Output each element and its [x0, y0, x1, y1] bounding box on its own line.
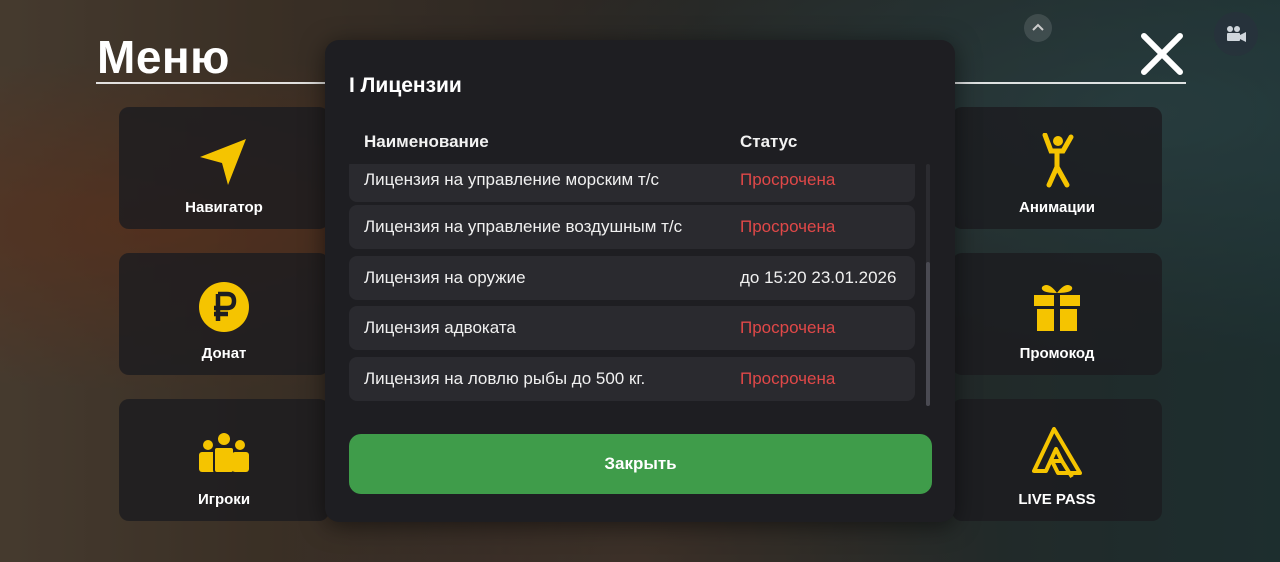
license-status: Просрочена — [740, 318, 836, 337]
tile-promocode[interactable]: Промокод — [952, 253, 1162, 375]
scrollbar[interactable] — [926, 164, 930, 406]
table-row: Лицензия на ловлю рыбы до 500 кг. Просро… — [349, 357, 915, 401]
license-name: Лицензия на оружие — [364, 268, 526, 287]
tile-label: Навигатор — [185, 199, 263, 216]
live-pass-logo-icon — [1032, 425, 1082, 481]
table-row: Лицензия на управление воздушным т/с Про… — [349, 205, 915, 249]
table-row: Лицензия на оружие до 15:20 23.01.2026 — [349, 256, 915, 300]
tile-live-pass[interactable]: LIVE PASS — [952, 399, 1162, 521]
license-name: Лицензия на управление морским т/с — [364, 170, 659, 189]
column-header-name: Наименование — [364, 132, 489, 151]
tile-label: Игроки — [197, 491, 251, 508]
tile-donate[interactable]: Донат — [119, 253, 329, 375]
licenses-list[interactable]: Лицензия на управление морским т/с Проср… — [349, 164, 915, 404]
column-header-status: Статус — [740, 132, 798, 151]
chevron-up-icon[interactable] — [1024, 14, 1052, 42]
license-name: Лицензия адвоката — [364, 318, 516, 337]
license-name: Лицензия на управление воздушным т/с — [364, 217, 683, 236]
close-icon[interactable] — [1138, 30, 1186, 78]
navigator-arrow-icon — [198, 133, 250, 189]
license-status: Просрочена — [740, 217, 836, 236]
tile-animations[interactable]: Анимации — [952, 107, 1162, 229]
licenses-modal: I Лицензии Наименование Статус Лицензия … — [325, 40, 955, 522]
modal-title: I Лицензии — [349, 74, 462, 97]
ruble-coin-icon — [198, 279, 250, 335]
scrollbar-thumb[interactable] — [926, 262, 930, 406]
table-row: Лицензия адвоката Просрочена — [349, 306, 915, 350]
tile-navigator[interactable]: Навигатор — [119, 107, 329, 229]
gift-box-icon — [1032, 279, 1082, 335]
table-row: Лицензия на управление морским т/с Проср… — [349, 164, 915, 202]
license-status: Просрочена — [740, 369, 836, 388]
license-name: Лицензия на ловлю рыбы до 500 кг. — [364, 369, 646, 388]
animation-figure-icon — [1037, 133, 1077, 189]
tile-label: Анимации — [1018, 199, 1096, 216]
tile-label: Промокод — [1019, 345, 1095, 362]
close-button[interactable]: Закрыть — [349, 434, 932, 494]
players-group-icon — [198, 425, 250, 481]
tile-players[interactable]: Игроки — [119, 399, 329, 521]
camera-icon[interactable] — [1214, 12, 1258, 56]
menu-title: Меню — [97, 31, 230, 83]
tile-label: Донат — [201, 345, 247, 362]
tile-label: LIVE PASS — [1018, 491, 1096, 508]
license-status: Просрочена — [740, 170, 836, 189]
license-status: до 15:20 23.01.2026 — [740, 268, 897, 287]
